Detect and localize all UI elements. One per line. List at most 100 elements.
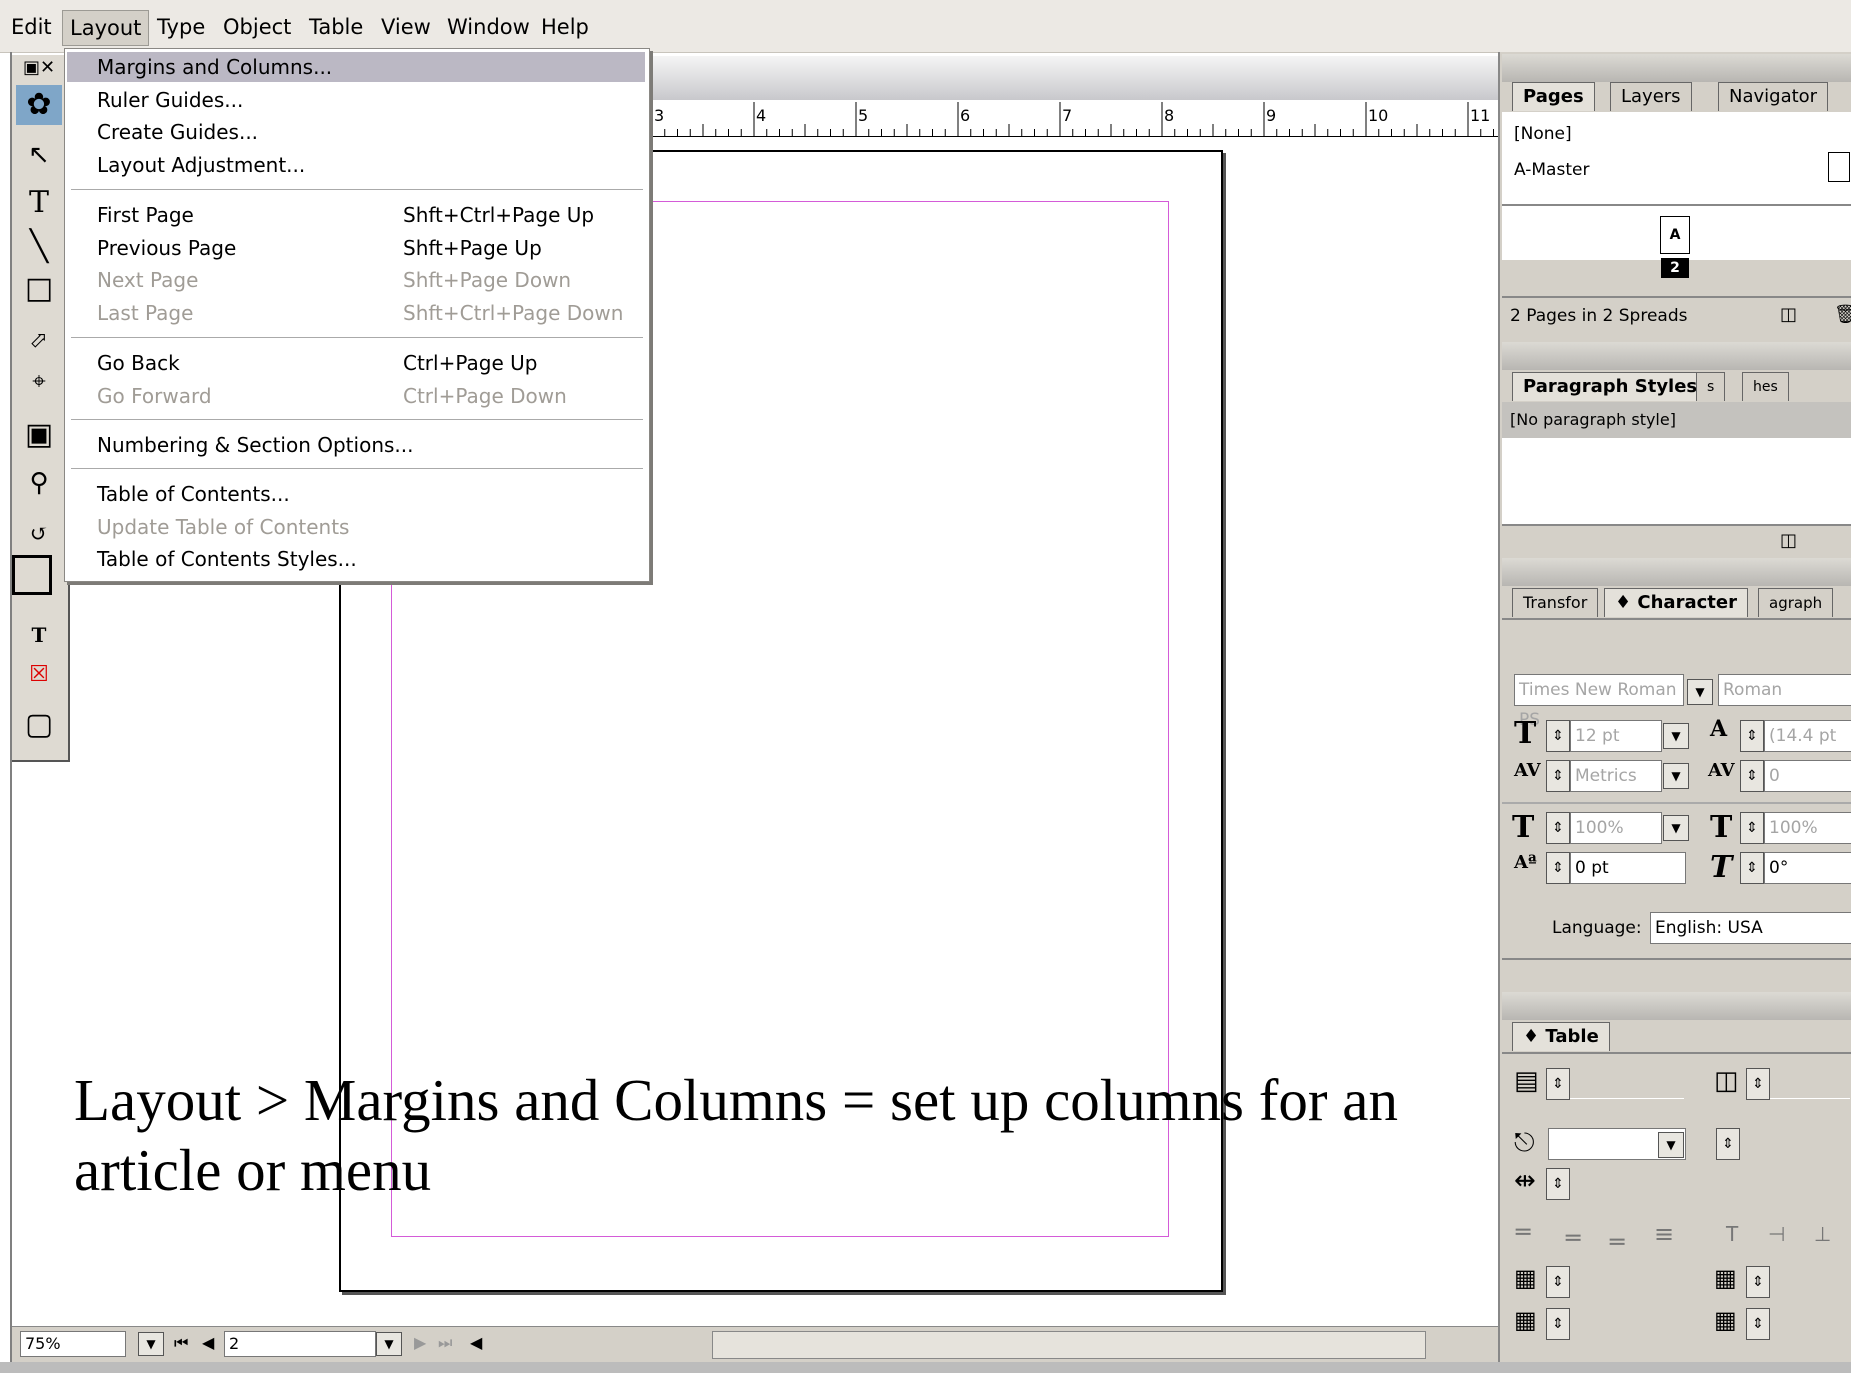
columns-stepper[interactable]: ⇕	[1746, 1068, 1770, 1100]
menu-item-first-page[interactable]: First Page Shft+Ctrl+Page Up	[67, 200, 645, 230]
first-page-icon[interactable]: ⏮	[174, 1333, 188, 1353]
tracking-field[interactable]: 0	[1764, 760, 1851, 792]
left-inset-stepper[interactable]: ⇕	[1746, 1266, 1770, 1298]
zoom-tool-icon[interactable]: ⚲	[16, 463, 62, 503]
scale-tool-icon[interactable]: ⬀	[16, 321, 62, 361]
gradient-tool-icon[interactable]: ▣	[16, 415, 62, 455]
paragraph-palette-titlebar[interactable]	[1502, 342, 1851, 370]
pages-palette-titlebar[interactable]	[1502, 54, 1851, 82]
bottom-inset-stepper[interactable]: ⇕	[1546, 1308, 1570, 1340]
kerning-dropdown-icon[interactable]: ▼	[1663, 763, 1689, 789]
menu-item-create-guides[interactable]: Create Guides...	[67, 117, 645, 147]
vertical-scale-dropdown-icon[interactable]: ▼	[1663, 815, 1689, 841]
horizontal-ruler[interactable]: 3 4 5 6 7 8 9 10 11	[640, 100, 1500, 137]
font-style-field[interactable]: Roman	[1718, 674, 1851, 706]
rotate-text-90-icon[interactable]: ⊣	[1768, 1222, 1785, 1246]
trash-icon[interactable]: 🗑	[1834, 304, 1851, 325]
tab-hidden-2[interactable]: hes	[1742, 372, 1789, 401]
page-field[interactable]: 2	[224, 1331, 376, 1357]
font-family-field[interactable]: Times New Roman PS	[1514, 674, 1684, 730]
tab-transform[interactable]: Transfor	[1512, 588, 1599, 617]
font-size-field[interactable]: 12 pt	[1570, 720, 1662, 752]
type-tool-icon[interactable]: T	[16, 183, 62, 223]
menu-item-ruler-guides[interactable]: Ruler Guides...	[67, 85, 645, 115]
horizontal-scale-stepper[interactable]: ⇕	[1740, 812, 1764, 844]
new-page-icon[interactable]: ◫	[1780, 304, 1797, 325]
line-tool-icon[interactable]: ╲	[16, 227, 62, 267]
font-size-stepper[interactable]: ⇕	[1546, 720, 1570, 752]
zoom-dropdown-icon[interactable]: ▼	[138, 1332, 164, 1356]
menu-layout[interactable]: Layout	[62, 10, 150, 46]
menu-help[interactable]: Help	[534, 10, 596, 44]
stroke-swatch-icon[interactable]	[12, 555, 52, 595]
rows-field[interactable]	[1570, 1068, 1684, 1099]
view-mode-icon[interactable]: ▢	[16, 705, 62, 745]
character-palette-titlebar[interactable]	[1502, 558, 1851, 586]
menu-edit[interactable]: Edit	[4, 10, 59, 44]
zoom-field[interactable]: 75%	[20, 1331, 126, 1357]
menu-item-table-of-contents-styles[interactable]: Table of Contents Styles...	[67, 544, 645, 574]
column-width-stepper[interactable]: ⇕	[1546, 1168, 1570, 1200]
tab-hidden-1[interactable]: s	[1696, 372, 1726, 401]
align-center-icon[interactable]: ═	[1566, 1224, 1580, 1252]
top-inset-stepper[interactable]: ⇕	[1546, 1266, 1570, 1298]
menu-object[interactable]: Object	[216, 10, 298, 44]
baseline-shift-field[interactable]: 0 pt	[1570, 852, 1686, 884]
apply-none-icon[interactable]: ☒	[16, 655, 62, 695]
row-height-dropdown-icon[interactable]: ▼	[1658, 1132, 1684, 1158]
justify-vertical-icon[interactable]: ≡	[1654, 1220, 1674, 1248]
free-transform-icon[interactable]: ⌖	[16, 361, 62, 401]
row-height-stepper[interactable]: ⇕	[1716, 1128, 1740, 1160]
columns-field[interactable]	[1770, 1068, 1850, 1099]
tab-table[interactable]: ♦ Table	[1512, 1022, 1610, 1051]
tracking-stepper[interactable]: ⇕	[1740, 760, 1764, 792]
swap-colors-icon[interactable]: ↺	[16, 515, 62, 555]
page-dropdown-icon[interactable]: ▼	[376, 1332, 402, 1356]
rotate-text-0-icon[interactable]: T	[1726, 1222, 1738, 1246]
previous-page-icon[interactable]: ◀	[202, 1333, 214, 1352]
skew-stepper[interactable]: ⇕	[1740, 852, 1764, 884]
vertical-scale-stepper[interactable]: ⇕	[1546, 812, 1570, 844]
leading-stepper[interactable]: ⇕	[1740, 720, 1764, 752]
rotate-text-180-icon[interactable]: ⊥	[1814, 1222, 1831, 1246]
scroll-left-icon[interactable]: ◀	[470, 1333, 482, 1352]
menu-type[interactable]: Type	[150, 10, 212, 44]
horizontal-scrollbar-thumb[interactable]	[712, 1331, 1426, 1359]
formatting-text-icon[interactable]: T	[16, 615, 62, 655]
tab-layers[interactable]: Layers	[1610, 82, 1692, 111]
language-field[interactable]: English: USA	[1650, 912, 1851, 944]
pages-none-label[interactable]: [None]	[1514, 124, 1572, 144]
tab-paragraph[interactable]: agraph	[1758, 588, 1834, 617]
baseline-shift-stepper[interactable]: ⇕	[1546, 852, 1570, 884]
menu-item-layout-adjustment[interactable]: Layout Adjustment...	[67, 150, 645, 180]
kerning-stepper[interactable]: ⇕	[1546, 760, 1570, 792]
rows-stepper[interactable]: ⇕	[1546, 1068, 1570, 1100]
page-thumb[interactable]: A 2	[1660, 208, 1692, 294]
toolbox-window-controls-icon[interactable]: ▣✕	[16, 55, 62, 81]
menu-table[interactable]: Table	[302, 10, 370, 44]
horizontal-scale-field[interactable]: 100%	[1764, 812, 1851, 844]
menu-item-table-of-contents[interactable]: Table of Contents...	[67, 479, 645, 509]
menu-item-numbering-section-options[interactable]: Numbering & Section Options...	[67, 430, 645, 460]
leading-field[interactable]: (14.4 pt	[1764, 720, 1851, 752]
tab-paragraph-styles[interactable]: Paragraph Styles	[1512, 372, 1709, 401]
tab-navigator[interactable]: Navigator	[1718, 82, 1829, 111]
menu-item-go-back[interactable]: Go Back Ctrl+Page Up	[67, 348, 645, 378]
vertical-scale-field[interactable]: 100%	[1570, 812, 1662, 844]
kerning-field[interactable]: Metrics	[1570, 760, 1662, 792]
new-style-icon[interactable]: ◫	[1780, 530, 1797, 551]
font-size-dropdown-icon[interactable]: ▼	[1663, 723, 1689, 749]
align-bottom-icon[interactable]: ═	[1610, 1228, 1624, 1256]
align-top-icon[interactable]: ═	[1516, 1218, 1530, 1246]
pages-master-label[interactable]: A-Master	[1514, 160, 1589, 180]
menu-view[interactable]: View	[374, 10, 438, 44]
selection-arrow-icon[interactable]: ↖	[16, 135, 62, 175]
menu-item-previous-page[interactable]: Previous Page Shft+Page Up	[67, 233, 645, 263]
table-palette-titlebar[interactable]	[1502, 992, 1851, 1020]
rectangle-tool-icon[interactable]: □	[16, 269, 62, 309]
master-thumb-icon[interactable]	[1828, 152, 1850, 182]
right-inset-stepper[interactable]: ⇕	[1746, 1308, 1770, 1340]
menu-window[interactable]: Window	[440, 10, 537, 44]
tab-character[interactable]: ♦ Character	[1604, 588, 1748, 617]
tab-pages[interactable]: Pages	[1512, 82, 1595, 111]
